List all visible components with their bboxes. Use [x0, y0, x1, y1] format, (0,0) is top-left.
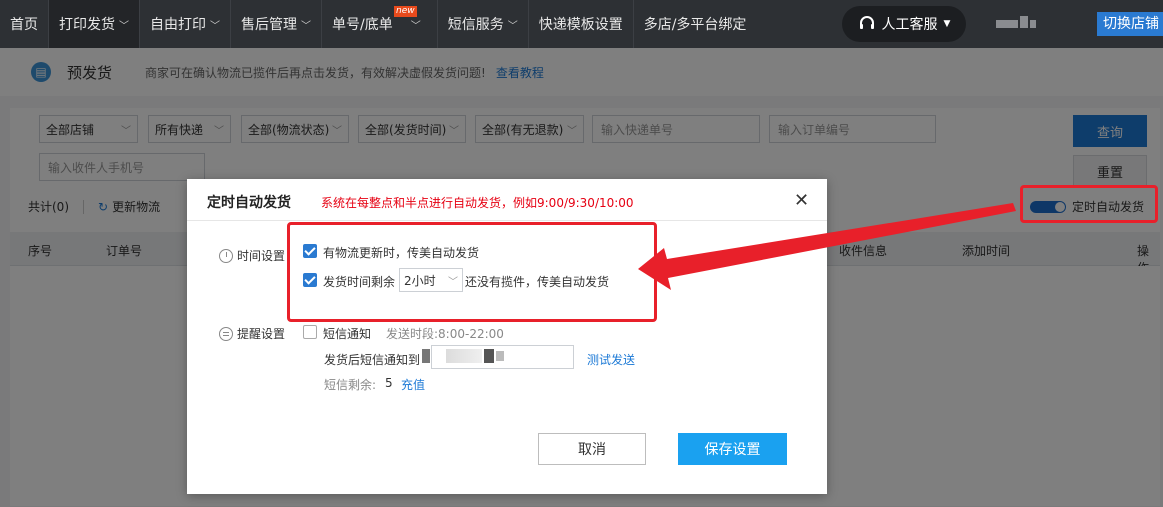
nav-home-label: 首页	[10, 17, 38, 33]
nav-after-sales-label: 售后管理	[241, 17, 297, 33]
dialog-title: 定时自动发货	[207, 195, 291, 211]
time-settings-label: 时间设置	[219, 247, 285, 264]
save-settings-button[interactable]: 保存设置	[678, 433, 787, 465]
nav-waybill-label: 单号/底单	[332, 17, 393, 33]
test-send-link[interactable]: 测试发送	[587, 351, 635, 368]
nav-express-template[interactable]: 快递模板设置	[529, 0, 634, 48]
dialog-header: 定时自动发货 系统在每整点和半点进行自动发货，例如9:00/9:30/10:00…	[187, 179, 827, 221]
message-icon	[219, 326, 233, 341]
nav-free-print[interactable]: 自由打印 ﹀	[140, 0, 231, 48]
headset-icon	[859, 16, 874, 29]
top-navigation-bar: 首页 打印发货 ﹀ 自由打印 ﹀ 售后管理 ﹀ 单号/底单 new ﹀ 短信服务 ﹀ 快递模…	[0, 0, 1163, 48]
customer-service-button[interactable]: 人工客服 ▼	[842, 6, 966, 42]
recharge-link[interactable]: 充值	[401, 376, 425, 393]
chevron-down-icon: ﹀	[410, 20, 421, 32]
sms-remaining-label: 短信剩余:	[324, 378, 377, 392]
time-settings-text: 时间设置	[237, 249, 286, 263]
nav-free-print-label: 自由打印	[150, 17, 206, 33]
redacted-text	[446, 349, 482, 363]
nav-print-ship-label: 打印发货	[59, 17, 115, 33]
nav-home[interactable]: 首页	[0, 0, 49, 48]
nav-waybill[interactable]: 单号/底单 new ﹀	[322, 0, 438, 48]
clock-icon	[219, 248, 233, 263]
chevron-down-icon: ﹀	[507, 20, 518, 32]
annotation-highlight-box	[287, 222, 657, 322]
redacted-text	[422, 349, 430, 363]
redacted-text	[496, 351, 504, 361]
reminder-settings-text: 提醒设置	[237, 327, 286, 341]
nav-sms-service-label: 短信服务	[447, 17, 504, 33]
sms-notice-checkbox[interactable]	[303, 325, 317, 339]
nav-express-template-label: 快递模板设置	[538, 17, 623, 33]
nav-print-ship[interactable]: 打印发货 ﹀	[49, 0, 140, 48]
chevron-down-icon: ﹀	[210, 20, 220, 32]
sms-remaining-count: 5	[385, 376, 393, 390]
nav-sms-service[interactable]: 短信服务 ﹀	[438, 0, 529, 48]
nav-multi-shop-label: 多店/多平台绑定	[643, 17, 747, 33]
close-icon[interactable]: ✕	[794, 190, 809, 211]
sms-notify-to-label: 发货后短信通知到	[324, 353, 421, 367]
redacted-text	[484, 349, 494, 363]
customer-service-label: 人工客服	[881, 17, 938, 33]
switch-shop-button[interactable]: 切换店铺	[1097, 12, 1163, 36]
chevron-down-icon: ﹀	[119, 20, 129, 32]
sms-notice-label: 短信通知	[323, 327, 372, 341]
new-badge: new	[394, 6, 417, 17]
sms-send-period: 发送时段:8:00-22:00	[386, 327, 504, 341]
annotation-highlight-box	[1020, 185, 1158, 223]
caret-down-icon: ▼	[943, 19, 951, 29]
cancel-button[interactable]: 取消	[538, 433, 646, 465]
reminder-settings-label: 提醒设置	[219, 325, 285, 342]
chevron-down-icon: ﹀	[301, 20, 311, 32]
dialog-tip: 系统在每整点和半点进行自动发货，例如9:00/9:30/10:00	[321, 196, 634, 210]
avatar	[996, 16, 1046, 30]
nav-multi-shop[interactable]: 多店/多平台绑定	[634, 0, 757, 48]
nav-after-sales[interactable]: 售后管理 ﹀	[231, 0, 322, 48]
